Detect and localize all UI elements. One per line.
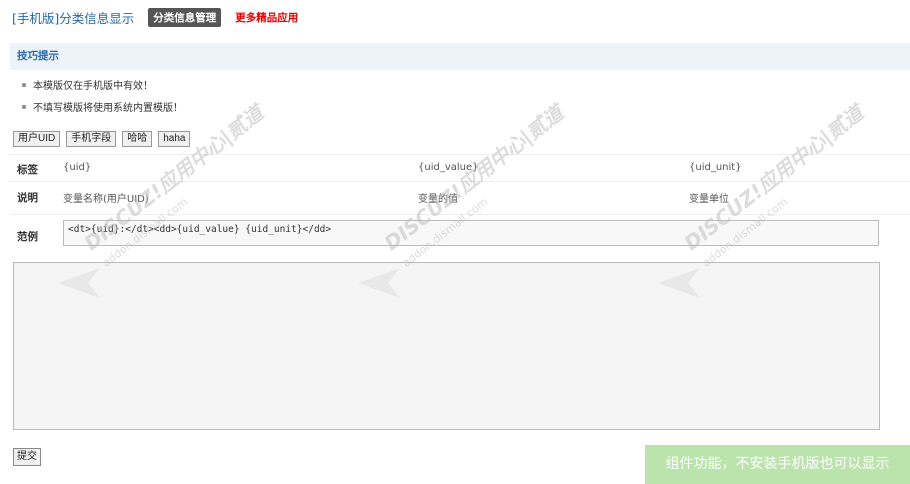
page-title: [手机版]分类信息显示 xyxy=(12,10,135,26)
var-tag: {uid_value} xyxy=(418,162,479,173)
var-desc: 变量单位 xyxy=(689,194,729,205)
var-desc: 变量名称(用户UID) xyxy=(63,194,149,205)
tab-mobile-field[interactable]: 手机字段 xyxy=(66,131,117,147)
tab-user-uid[interactable]: 用户UID xyxy=(13,131,61,147)
tab-haha[interactable]: haha xyxy=(158,131,191,147)
bullet-icon xyxy=(22,82,26,87)
tab-haha-cn[interactable]: 哈哈 xyxy=(122,131,153,147)
var-tag: {uid_unit} xyxy=(689,162,742,173)
example-label: 范例 xyxy=(17,231,38,243)
var-tag: {uid} xyxy=(63,162,92,173)
notice-toast: 组件功能，不安装手机版也可以显示 xyxy=(645,445,910,484)
field-tabs: 用户UID 手机字段 哈哈 haha xyxy=(13,131,191,147)
tag-label: 标签 xyxy=(17,164,38,176)
tip-item: 本模版仅在手机版中有效！ xyxy=(22,77,153,92)
tip-item: 不填写模版将使用系统内置模版！ xyxy=(22,99,183,114)
template-textarea[interactable] xyxy=(13,262,880,430)
divider xyxy=(10,154,910,155)
more-apps-link[interactable]: 更多精品应用 xyxy=(235,10,298,25)
header: [手机版]分类信息显示 分类信息管理 更多精品应用 xyxy=(12,7,298,27)
example-code: <dt>{uid}:</dt><dd>{uid_value} {uid_unit… xyxy=(63,220,879,246)
divider xyxy=(10,181,910,182)
submit-button[interactable]: 提交 xyxy=(13,448,41,466)
category-manage-tag[interactable]: 分类信息管理 xyxy=(148,7,222,27)
bullet-icon xyxy=(22,104,26,109)
var-desc: 变量的值 xyxy=(418,194,458,205)
tips-heading: 技巧提示 xyxy=(10,43,910,70)
divider xyxy=(10,214,910,215)
desc-label: 说明 xyxy=(17,192,38,204)
